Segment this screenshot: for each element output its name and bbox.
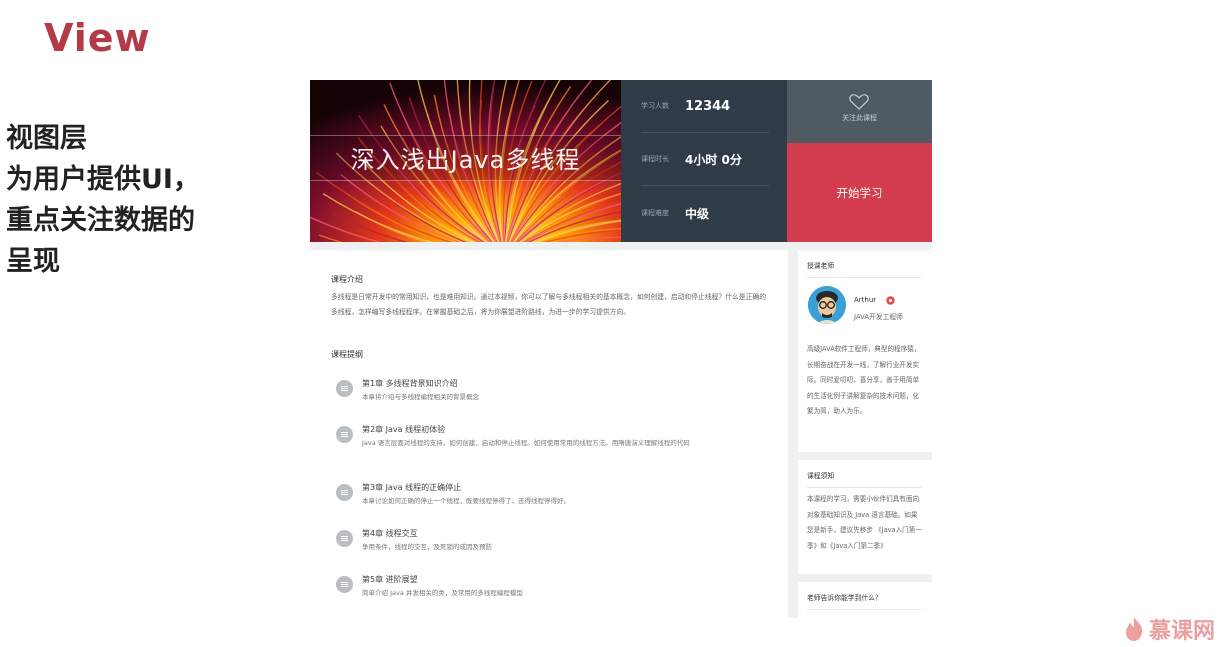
list-icon <box>336 576 353 593</box>
brand-name: 慕课网 <box>1148 619 1215 644</box>
teacher-title: JAVA开发工程师 <box>854 313 903 321</box>
stat-label: 课程时长 <box>641 155 669 163</box>
list-icon <box>336 380 353 397</box>
list-icon <box>336 426 353 443</box>
stat-difficulty: 课程难度 中级 <box>641 187 769 239</box>
imooc-logo: 慕课网 <box>1123 613 1215 645</box>
heart-icon <box>849 94 869 110</box>
follow-label: 关注此课程 <box>842 114 877 122</box>
course-page-mockup: 深入浅出Java多线程 学习人数 12344 课程时长 4小时 0分 课程难度 … <box>310 80 932 618</box>
notice-text: 本课程的学习，需要小伙伴们具有面向对象基础知识及 Java 语言基础。如果您是新… <box>807 495 922 550</box>
course-banner: 深入浅出Java多线程 <box>310 80 621 242</box>
stat-duration: 课程时长 4小时 0分 <box>641 133 769 186</box>
stat-learners: 学习人数 12344 <box>641 80 769 133</box>
slide-title: View <box>44 16 151 60</box>
stat-value: 4小时 0分 <box>685 152 742 167</box>
teacher-bio: 高级JAVA软件工程师，典型的程序猿，长期奋战在开发一线，了解行业开发实际。同时… <box>807 345 921 415</box>
chapter-desc: 简单介绍 Java 并发相关的类，及常用的多线程编程模型 <box>362 589 523 597</box>
course-actions: 关注此课程 开始学习 <box>787 80 932 242</box>
learn-heading: 老师告诉你能学到什么？ <box>807 592 922 610</box>
course-stats-panel: 学习人数 12344 课程时长 4小时 0分 课程难度 中级 <box>621 80 787 242</box>
stat-label: 学习人数 <box>641 102 669 110</box>
course-title: 深入浅出Java多线程 <box>350 146 581 174</box>
follow-course-button[interactable]: 关注此课程 <box>787 80 932 143</box>
list-icon <box>336 484 353 501</box>
chapter-desc: 本章讨论如何正确的停止一个线程，既要线程停得了，还得线程停得好。 <box>362 497 570 505</box>
stat-label: 课程难度 <box>641 209 669 217</box>
flame-icon <box>1125 617 1143 641</box>
chapter-title: 第1章 多线程背景知识介绍 <box>362 379 458 388</box>
stat-value: 12344 <box>685 98 731 114</box>
slide-desc-line: 为用户提供UI， <box>6 164 200 195</box>
chapter-title: 第2章 Java 线程初体验 <box>362 425 446 434</box>
stat-value: 中级 <box>685 206 710 221</box>
chapter-title: 第3章 Java 线程的正确停止 <box>362 483 462 492</box>
course-hero: 深入浅出Java多线程 学习人数 12344 课程时长 4小时 0分 课程难度 … <box>310 80 932 242</box>
avatar-illustration <box>808 286 846 324</box>
slide-description: 视图层 为用户提供UI， 重点关注数据的 呈现 <box>6 118 276 282</box>
course-notice-card: 课程须知 本课程的学习，需要小伙伴们具有面向对象基础知识及 Java 语言基础。… <box>798 460 932 574</box>
chapter-desc: 本章将介绍与多线程编程相关的背景概念 <box>362 393 479 401</box>
course-main-content: 课程介绍 多线程是日常开发中的常用知识，也是难用知识。通过本视频，你可以了解与多… <box>310 250 788 618</box>
chapter-desc: 争用条件，线程的交互，及死锁的成因及预防 <box>362 543 492 551</box>
chapter-title: 第5章 进阶展望 <box>362 575 418 584</box>
teacher-heading: 授课老师 <box>807 260 922 278</box>
list-icon <box>336 530 353 547</box>
notice-heading: 课程须知 <box>807 470 922 488</box>
slide-desc-line: 视图层 <box>6 123 87 154</box>
avatar[interactable] <box>808 286 846 324</box>
teacher-card: 授课老师 Arthur JAVA开发工程师 高级JAVA软件工程师，典型的程序猿… <box>798 250 932 452</box>
intro-heading: 课程介绍 <box>331 275 363 284</box>
outline-heading: 课程提纲 <box>331 350 363 359</box>
slide-desc-line: 重点关注数据的 <box>6 205 195 236</box>
verified-badge-icon <box>886 296 895 305</box>
learn-outcome-card: 老师告诉你能学到什么？ <box>798 582 932 618</box>
teacher-name[interactable]: Arthur <box>854 296 876 304</box>
start-learning-button[interactable]: 开始学习 <box>787 143 932 242</box>
chapter-title: 第4章 线程交互 <box>362 529 418 538</box>
slide-desc-line: 呈现 <box>6 246 60 277</box>
intro-text: 多线程是日常开发中的常用知识，也是难用知识。通过本视频，你可以了解与多线程相关的… <box>331 293 766 316</box>
chapter-desc: Java 语言层面对线程的支持，如何创建，启动和停止线程。如何使用常用的线程方法… <box>362 439 690 447</box>
